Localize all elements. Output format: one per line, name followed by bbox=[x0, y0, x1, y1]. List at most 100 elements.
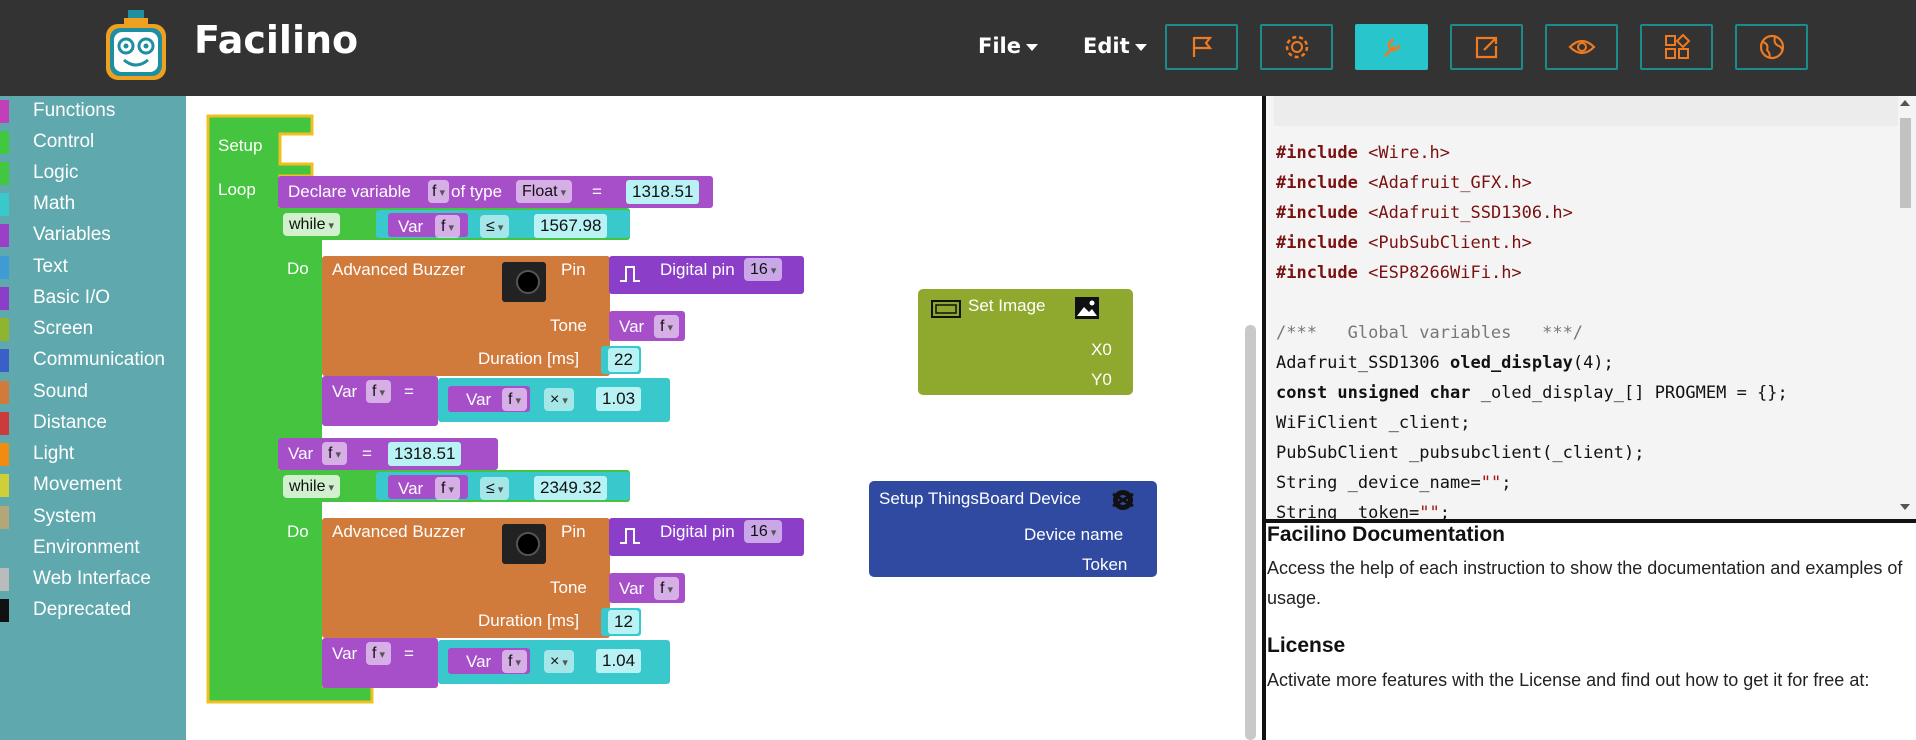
export-button[interactable] bbox=[1450, 24, 1523, 70]
category-color bbox=[0, 287, 9, 310]
category-color bbox=[0, 412, 9, 435]
category-text[interactable]: Text bbox=[0, 252, 186, 280]
category-color bbox=[0, 537, 9, 560]
category-variables[interactable]: Variables bbox=[0, 220, 186, 248]
code-line: /*** Global variables ***/ bbox=[1276, 323, 1584, 343]
category-color bbox=[0, 474, 9, 497]
tools-button[interactable] bbox=[1355, 24, 1428, 70]
category-system[interactable]: System bbox=[0, 502, 186, 530]
category-color bbox=[0, 318, 9, 341]
category-color bbox=[0, 193, 9, 216]
reset-value-field[interactable]: 1318.51 bbox=[388, 442, 462, 466]
var-name-dropdown[interactable]: f bbox=[366, 380, 392, 403]
type-dropdown[interactable]: Float bbox=[516, 180, 573, 203]
category-communication[interactable]: Communication bbox=[0, 345, 186, 373]
var-name-dropdown[interactable]: f bbox=[322, 442, 348, 465]
category-screen[interactable]: Screen bbox=[0, 314, 186, 342]
category-environment[interactable]: Environment bbox=[0, 533, 186, 561]
caret-down-icon bbox=[1134, 43, 1147, 51]
multiplier-field[interactable]: 1.03 bbox=[596, 387, 642, 411]
scroll-down-arrow-icon[interactable] bbox=[1900, 504, 1910, 510]
category-sidebar: Functions Control Logic Math Variables T… bbox=[0, 96, 186, 740]
flag-button[interactable] bbox=[1165, 24, 1238, 70]
var-name-dropdown[interactable]: f bbox=[435, 215, 461, 238]
wrench-icon bbox=[1383, 38, 1400, 57]
assign-equals-label: = bbox=[404, 644, 414, 663]
category-basic-io[interactable]: Basic I/O bbox=[0, 283, 186, 311]
workspace-scrollbar[interactable] bbox=[1245, 325, 1256, 740]
category-distance[interactable]: Distance bbox=[0, 408, 186, 436]
while-dropdown[interactable]: while bbox=[283, 213, 341, 236]
view-button[interactable] bbox=[1545, 24, 1618, 70]
category-label: Control bbox=[33, 131, 95, 152]
code-line: const unsigned char _oled_display_[] PRO… bbox=[1276, 383, 1788, 403]
var-name-dropdown[interactable]: f bbox=[502, 388, 528, 411]
category-control[interactable]: Control bbox=[0, 127, 186, 155]
operator-dropdown[interactable]: × bbox=[544, 650, 574, 673]
setup-label: Setup bbox=[218, 136, 263, 155]
web-button[interactable] bbox=[1735, 24, 1808, 70]
category-light[interactable]: Light bbox=[0, 439, 186, 467]
buzzer-icon bbox=[502, 524, 546, 564]
category-math[interactable]: Math bbox=[0, 189, 186, 217]
code-line: String _token=""; bbox=[1276, 503, 1451, 520]
duration-field[interactable]: 22 bbox=[608, 348, 639, 372]
category-label: Deprecated bbox=[33, 599, 132, 620]
category-label: Environment bbox=[33, 537, 140, 558]
documentation-title: Facilino Documentation bbox=[1267, 523, 1506, 546]
category-color bbox=[0, 224, 9, 247]
var-label: Var bbox=[332, 382, 358, 401]
assign-equals-label: = bbox=[404, 382, 414, 401]
edit-menu[interactable]: Edit bbox=[1083, 34, 1147, 58]
comparison-dropdown[interactable]: ≤ bbox=[480, 215, 510, 238]
duration-field[interactable]: 12 bbox=[608, 610, 639, 634]
category-color bbox=[0, 131, 9, 154]
pin-number-dropdown[interactable]: 16 bbox=[744, 520, 783, 543]
operator-dropdown[interactable]: × bbox=[544, 388, 574, 411]
category-color bbox=[0, 349, 9, 372]
limit-value-field[interactable]: 2349.32 bbox=[534, 476, 608, 500]
multiplier-field[interactable]: 1.04 bbox=[596, 649, 642, 673]
category-movement[interactable]: Movement bbox=[0, 470, 186, 498]
thingsboard-setup-label: Setup ThingsBoard Device bbox=[879, 489, 1081, 508]
code-panel[interactable]: #include <Wire.h> #include <Adafruit_GFX.… bbox=[1266, 96, 1916, 520]
category-label: Screen bbox=[33, 318, 94, 339]
settings-button[interactable] bbox=[1260, 24, 1333, 70]
app-title: Facilino bbox=[194, 18, 359, 62]
while-dropdown[interactable]: while bbox=[283, 475, 341, 498]
category-color bbox=[0, 599, 9, 622]
blocks-workspace[interactable]: Setup Loop Declare variable f of type Fl… bbox=[186, 96, 1262, 740]
image-icon[interactable] bbox=[1074, 296, 1100, 320]
var-label: Var bbox=[332, 644, 358, 663]
var-name-dropdown[interactable]: f bbox=[654, 315, 680, 338]
token-label: Token bbox=[1082, 555, 1128, 574]
file-menu[interactable]: File bbox=[978, 34, 1038, 58]
pin-number-dropdown[interactable]: 16 bbox=[744, 258, 783, 281]
comparison-dropdown[interactable]: ≤ bbox=[480, 477, 510, 500]
advanced-buzzer-label: Advanced Buzzer bbox=[332, 522, 466, 541]
buzzer-icon bbox=[502, 262, 546, 302]
category-functions[interactable]: Functions bbox=[0, 96, 186, 124]
var-name-dropdown[interactable]: f bbox=[654, 577, 680, 600]
initial-value-field[interactable]: 1318.51 bbox=[626, 180, 700, 204]
duration-label: Duration [ms] bbox=[478, 349, 580, 368]
category-label: Basic I/O bbox=[33, 287, 111, 308]
scroll-up-arrow-icon[interactable] bbox=[1900, 100, 1910, 106]
variable-name-field[interactable]: f bbox=[428, 180, 450, 203]
license-title: License bbox=[1267, 634, 1346, 657]
limit-value-field[interactable]: 1567.98 bbox=[534, 214, 608, 238]
category-sound[interactable]: Sound bbox=[0, 377, 186, 405]
code-scrollbar[interactable] bbox=[1900, 118, 1911, 208]
var-name-dropdown[interactable]: f bbox=[502, 650, 528, 673]
blocks-button[interactable] bbox=[1640, 24, 1713, 70]
declare-variable-label: Declare variable bbox=[288, 182, 411, 201]
category-logic[interactable]: Logic bbox=[0, 158, 186, 186]
category-label: Sound bbox=[33, 381, 88, 402]
category-web-interface[interactable]: Web Interface bbox=[0, 564, 186, 592]
var-name-dropdown[interactable]: f bbox=[366, 642, 392, 665]
category-color bbox=[0, 100, 9, 123]
category-deprecated[interactable]: Deprecated bbox=[0, 595, 186, 623]
var-name-dropdown[interactable]: f bbox=[435, 477, 461, 500]
gear-icon bbox=[1285, 35, 1308, 59]
